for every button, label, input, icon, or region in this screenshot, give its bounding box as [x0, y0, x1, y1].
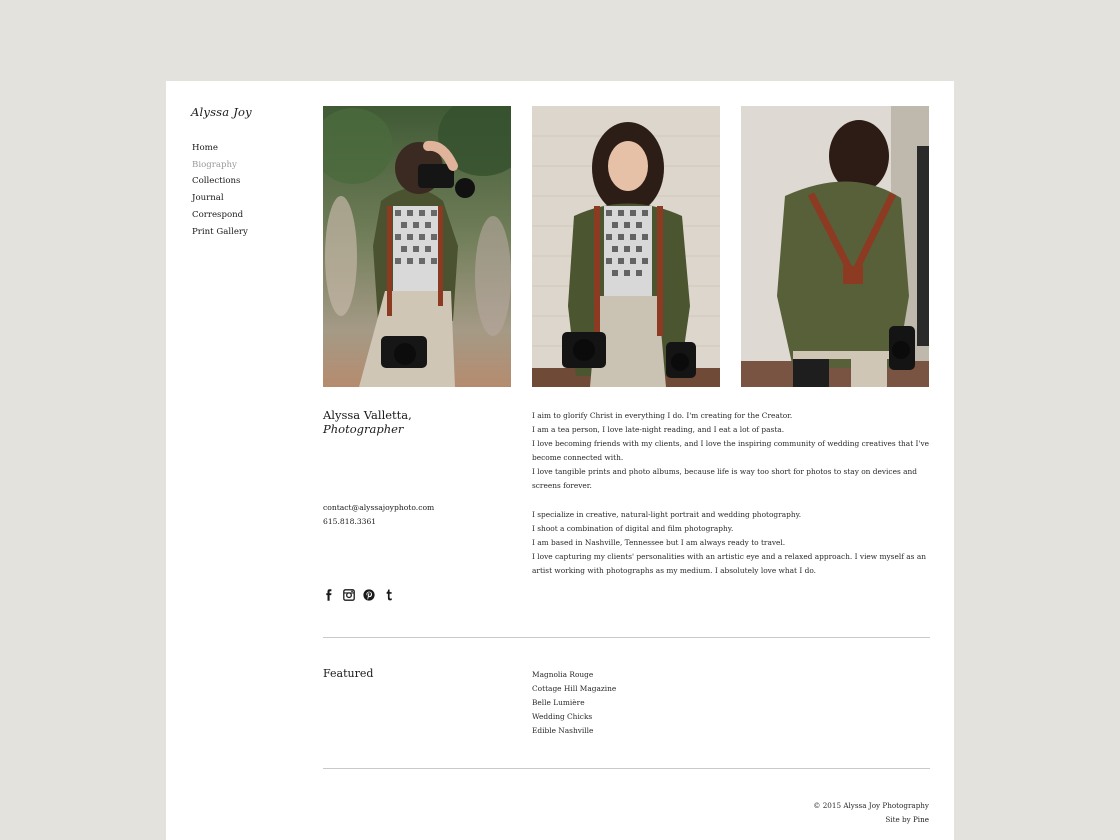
- section-divider: [323, 637, 930, 638]
- footer: © 2015 Alyssa Joy Photography Site by Pi…: [813, 799, 929, 827]
- photo-photographer-back-view: [741, 106, 929, 387]
- facebook-icon[interactable]: [323, 589, 335, 601]
- bio-paragraph: I specialize in creative, natural-light …: [532, 508, 930, 578]
- bio-line: I shoot a combination of digital and fil…: [532, 523, 734, 533]
- bio-text: I aim to glorify Christ in everything I …: [532, 409, 930, 578]
- bio-role: Photographer: [323, 422, 404, 436]
- nav-item-journal[interactable]: Journal: [192, 190, 248, 207]
- contact-email-link[interactable]: contact@alyssajoyphoto.com: [323, 501, 434, 515]
- nav-item-collections[interactable]: Collections: [192, 173, 248, 190]
- photo-photographer-smiling: [532, 106, 720, 387]
- contact-phone: 615.818.3361: [323, 517, 377, 526]
- nav-item-biography[interactable]: Biography: [192, 157, 248, 174]
- footer-credit-prefix: Site by: [885, 815, 913, 824]
- tumblr-icon[interactable]: [383, 589, 395, 601]
- photo-photographer-aiming: [323, 106, 511, 387]
- social-links: [323, 589, 395, 601]
- bio-line: I love capturing my clients' personaliti…: [532, 551, 926, 576]
- bio-line: I am based in Nashville, Tennessee but I…: [532, 537, 786, 547]
- section-divider: [323, 768, 930, 769]
- featured-item: Belle Lumière: [532, 698, 585, 708]
- bio-paragraph: I aim to glorify Christ in everything I …: [532, 409, 930, 494]
- pinterest-icon[interactable]: [363, 589, 375, 601]
- bio-name: Alyssa Valletta,: [323, 408, 412, 422]
- featured-list: Magnolia Rouge Cottage Hill Magazine Bel…: [532, 668, 616, 738]
- nav-item-home[interactable]: Home: [192, 140, 248, 157]
- contact-info: contact@alyssajoyphoto.com 615.818.3361: [323, 501, 434, 529]
- bio-line: I specialize in creative, natural-light …: [532, 509, 802, 519]
- featured-item: Cottage Hill Magazine: [532, 684, 617, 694]
- instagram-icon[interactable]: [343, 589, 355, 601]
- bio-line: I aim to glorify Christ in everything I …: [532, 411, 793, 420]
- site-title[interactable]: Alyssa Joy: [191, 105, 252, 119]
- featured-heading: Featured: [323, 667, 374, 680]
- footer-credit: Site by Pine: [813, 813, 929, 827]
- bio-line: I love tangible prints and photo albums,…: [532, 467, 917, 491]
- bio-heading: Alyssa Valletta, Photographer: [323, 408, 412, 436]
- main-nav: Home Biography Collections Journal Corre…: [192, 140, 248, 240]
- bio-line: I love becoming friends with my clients,…: [532, 439, 930, 463]
- featured-item: Wedding Chicks: [532, 712, 593, 722]
- bio-line: I am a tea person, I love late-night rea…: [532, 425, 785, 435]
- footer-copyright: © 2015 Alyssa Joy Photography: [813, 801, 929, 810]
- nav-item-print-gallery[interactable]: Print Gallery: [192, 224, 248, 241]
- footer-credit-link[interactable]: Pine: [913, 815, 929, 824]
- nav-item-correspond[interactable]: Correspond: [192, 207, 248, 224]
- page-container: Alyssa Joy Home Biography Collections Jo…: [166, 81, 954, 840]
- featured-item: Edible Nashville: [532, 726, 594, 736]
- featured-item: Magnolia Rouge: [532, 670, 594, 679]
